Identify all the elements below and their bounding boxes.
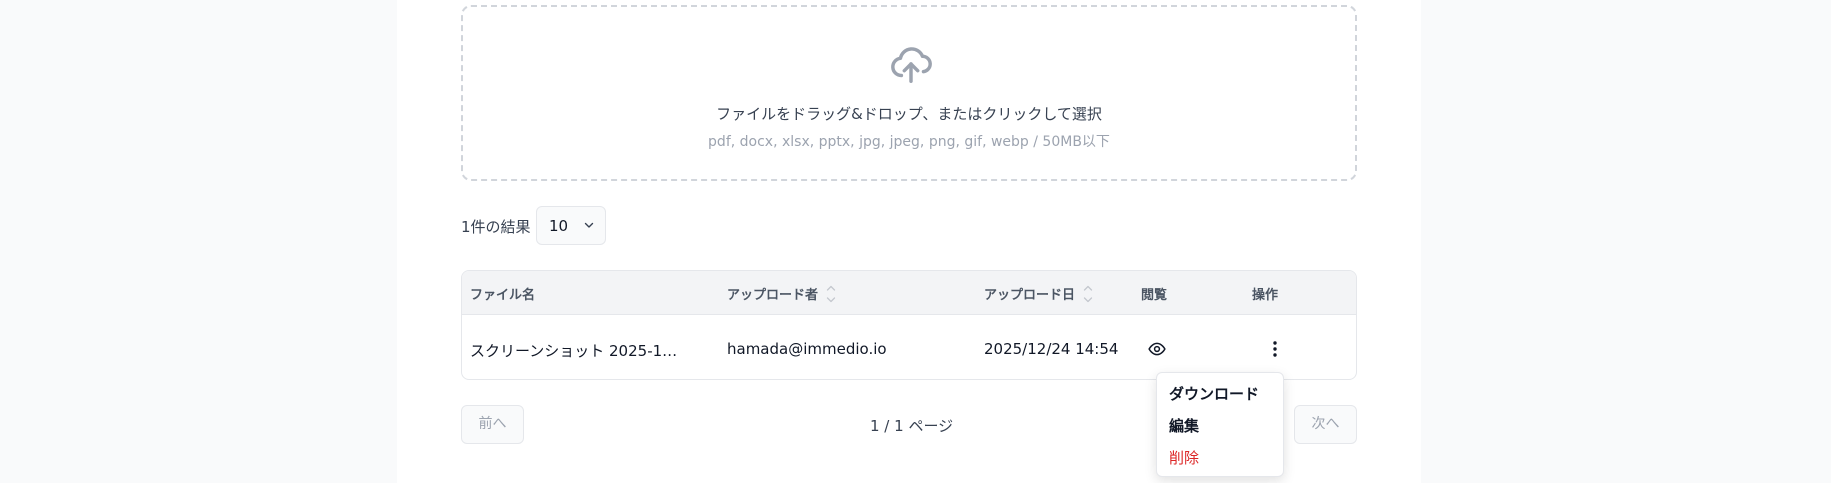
prev-page-button[interactable]: 前へ	[461, 405, 524, 444]
cloud-upload-icon	[891, 47, 932, 83]
dropzone-file-types: pdf, docx, xlsx, pptx, jpg, jpeg, png, g…	[708, 134, 1110, 150]
column-view: 閲覧	[1141, 288, 1168, 303]
column-uploader[interactable]: アップロード者	[727, 284, 818, 303]
column-file-name: ファイル名	[470, 288, 536, 303]
menu-item-delete[interactable]: 削除	[1169, 447, 1199, 468]
files-table: ファイル名 アップロード者 アップロード日 閲覧 操作 スクリーンショット 20…	[461, 270, 1357, 380]
column-actions: 操作	[1252, 288, 1279, 303]
page-size-value: 10	[549, 217, 569, 235]
uploaded-at-cell: 2025/12/24 14:54	[984, 340, 1119, 358]
uploader-cell: hamada@immedio.io	[727, 340, 887, 358]
menu-item-download[interactable]: ダウンロード	[1169, 383, 1259, 404]
more-vertical-icon[interactable]	[1265, 340, 1285, 358]
row-actions-menu: ダウンロード 編集 削除	[1156, 372, 1284, 477]
column-uploaded-at[interactable]: アップロード日	[984, 284, 1075, 303]
file-name-cell[interactable]: スクリーンショット 2025-1…	[470, 340, 677, 361]
page-info: 1 / 1 ページ	[870, 417, 954, 435]
menu-item-edit[interactable]: 編集	[1169, 415, 1199, 436]
eye-icon[interactable]	[1148, 340, 1166, 358]
sort-icon[interactable]	[1083, 283, 1093, 305]
sort-icon[interactable]	[826, 283, 836, 305]
results-count: 1件の結果	[461, 218, 531, 236]
file-dropzone[interactable]: ファイルをドラッグ&ドロップ、またはクリックして選択 pdf, docx, xl…	[461, 5, 1357, 181]
chevron-down-icon	[584, 222, 594, 228]
next-page-button[interactable]: 次へ	[1294, 405, 1357, 444]
dropzone-instruction: ファイルをドラッグ&ドロップ、またはクリックして選択	[716, 105, 1102, 123]
page-size-select[interactable]: 10	[536, 206, 606, 245]
table-header: ファイル名 アップロード者 アップロード日 閲覧 操作	[462, 271, 1356, 315]
